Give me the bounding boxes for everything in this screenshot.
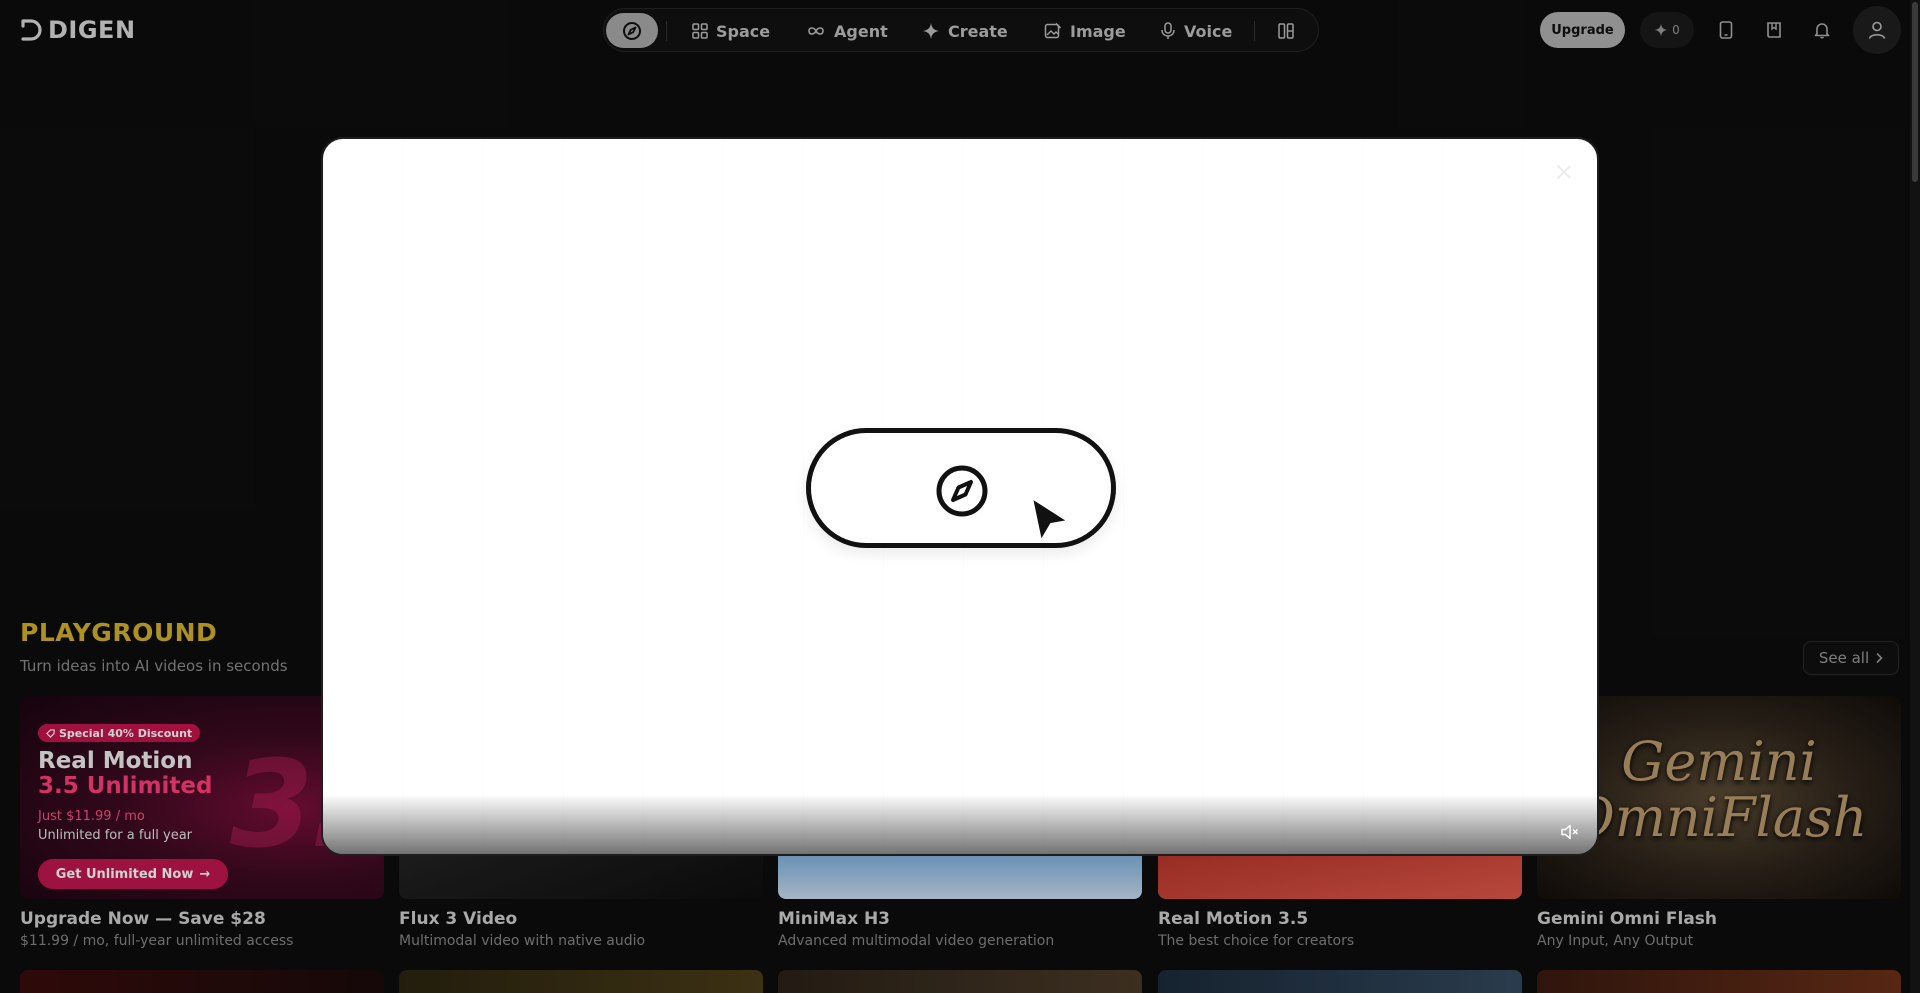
compass-icon bbox=[936, 465, 988, 517]
explore-button-illustration bbox=[806, 428, 1116, 548]
page-scrollbar[interactable] bbox=[1910, 0, 1920, 993]
intro-video-modal bbox=[321, 137, 1599, 856]
volume-muted-icon[interactable] bbox=[1561, 824, 1579, 840]
video-player[interactable] bbox=[323, 139, 1597, 854]
video-controls-bar bbox=[323, 794, 1597, 854]
cursor-pointer-icon bbox=[1031, 497, 1069, 542]
page: DIGEN Space Agent Create Image Voice Upg… bbox=[0, 0, 1920, 993]
close-icon[interactable] bbox=[1555, 163, 1573, 181]
scrollbar-thumb[interactable] bbox=[1912, 2, 1918, 182]
